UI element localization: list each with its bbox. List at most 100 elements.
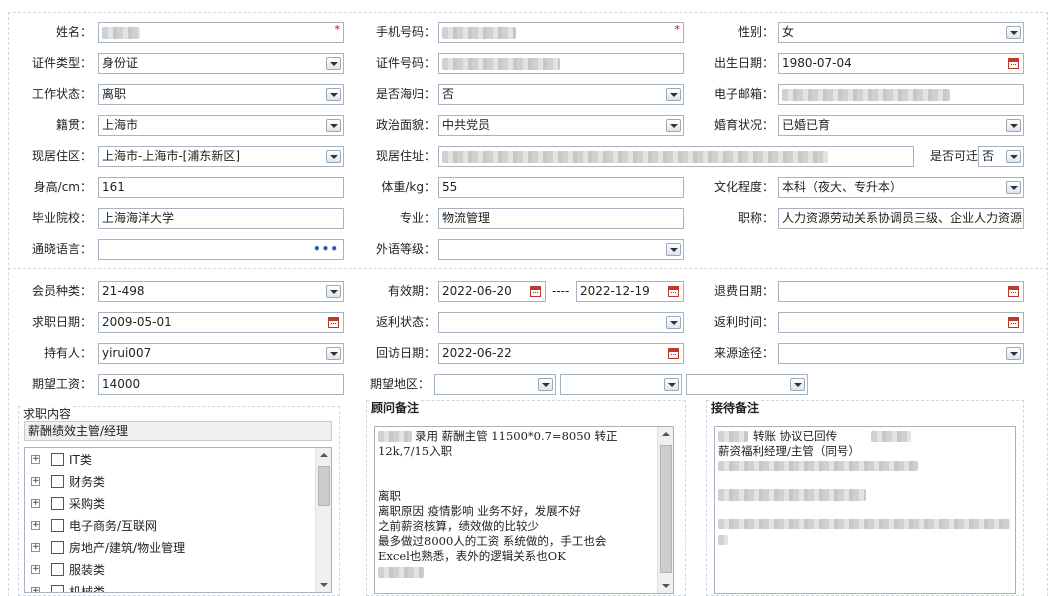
- rebate-time-field[interactable]: [778, 312, 1024, 333]
- expected-region-province-select[interactable]: [434, 374, 556, 395]
- dropdown-arrow-icon[interactable]: [666, 243, 681, 256]
- notes-scrollbar[interactable]: [657, 427, 673, 593]
- redacted-text: [718, 535, 728, 545]
- dropdown-arrow-icon[interactable]: [326, 88, 341, 101]
- checkbox-icon[interactable]: [51, 541, 64, 554]
- job-search-date-field[interactable]: 2009-05-01: [98, 312, 344, 333]
- native-place-select[interactable]: 上海市: [98, 115, 344, 136]
- title-field[interactable]: 人力资源劳动关系协调员三级、企业人力资源: [778, 208, 1024, 229]
- work-status-select[interactable]: 离职: [98, 84, 344, 105]
- scroll-down-icon[interactable]: [662, 584, 670, 588]
- rebate-status-select[interactable]: [438, 312, 684, 333]
- tree-expand-icon[interactable]: +: [31, 455, 40, 464]
- dropdown-arrow-icon[interactable]: [326, 57, 341, 70]
- expected-salary-field[interactable]: 14000: [98, 374, 344, 395]
- valid-period-end[interactable]: 2022-12-19: [576, 281, 684, 302]
- major-field[interactable]: 物流管理: [438, 208, 684, 229]
- scroll-up-icon[interactable]: [320, 453, 328, 457]
- calendar-icon[interactable]: [530, 286, 541, 297]
- calendar-icon[interactable]: [1008, 317, 1019, 328]
- rebate-status-label: 返利状态：: [375, 315, 436, 329]
- calendar-icon[interactable]: [328, 317, 339, 328]
- political-status-label: 政治面貌：: [375, 118, 436, 132]
- rebate-time-label: 返利时间：: [713, 315, 774, 329]
- transferable-select[interactable]: 否: [978, 146, 1024, 167]
- checkbox-icon[interactable]: [51, 563, 64, 576]
- expected-region-city-select[interactable]: [560, 374, 682, 395]
- language-field[interactable]: •••: [98, 239, 344, 260]
- foreign-language-select[interactable]: [438, 239, 684, 260]
- foreign-language-label: 外语等级：: [375, 242, 436, 256]
- native-place-label: 籍贯：: [55, 118, 92, 132]
- current-address-field[interactable]: [438, 146, 914, 167]
- email-field[interactable]: [778, 84, 1024, 105]
- calendar-icon[interactable]: [1008, 286, 1019, 297]
- reception-notes-textarea[interactable]: 转账 协议已回传 薪资福利经理/主管（同号）: [714, 426, 1016, 594]
- checkbox-icon[interactable]: [51, 453, 64, 466]
- overseas-returnee-select[interactable]: 否: [438, 84, 684, 105]
- form-frame-right: [1047, 12, 1048, 596]
- refund-date-field[interactable]: [778, 281, 1024, 302]
- tree-expand-icon[interactable]: +: [31, 565, 40, 574]
- checkbox-icon[interactable]: [51, 497, 64, 510]
- current-region-select[interactable]: 上海市-上海市-[浦东新区]: [98, 146, 344, 167]
- phone-field[interactable]: *: [438, 22, 684, 43]
- scroll-down-icon[interactable]: [320, 583, 328, 587]
- dropdown-arrow-icon[interactable]: [1006, 26, 1021, 39]
- height-field[interactable]: 161: [98, 177, 344, 198]
- dropdown-arrow-icon[interactable]: [790, 378, 805, 391]
- dropdown-arrow-icon[interactable]: [1006, 347, 1021, 360]
- more-dots-icon[interactable]: •••: [313, 240, 339, 259]
- scroll-thumb[interactable]: [660, 445, 672, 573]
- dropdown-arrow-icon[interactable]: [1006, 119, 1021, 132]
- calendar-icon[interactable]: [668, 348, 679, 359]
- dropdown-arrow-icon[interactable]: [666, 119, 681, 132]
- consultant-notes-textarea[interactable]: 录用 薪酬主管 11500*0.7=8050 转正 12k,7/15入职 离职 …: [374, 426, 674, 594]
- gender-select[interactable]: 女: [778, 22, 1024, 43]
- dropdown-arrow-icon[interactable]: [1006, 150, 1021, 163]
- revisit-date-field[interactable]: 2022-06-22: [438, 343, 684, 364]
- marital-status-select[interactable]: 已婚已育: [778, 115, 1024, 136]
- dropdown-arrow-icon[interactable]: [326, 150, 341, 163]
- marital-status-value: 已婚已育: [782, 118, 831, 132]
- political-status-value: 中共党员: [442, 118, 491, 132]
- dropdown-arrow-icon[interactable]: [664, 378, 679, 391]
- scroll-thumb[interactable]: [318, 466, 330, 506]
- checkbox-icon[interactable]: [51, 585, 64, 592]
- redacted-name: [102, 26, 140, 39]
- scroll-up-icon[interactable]: [662, 432, 670, 436]
- dropdown-arrow-icon[interactable]: [326, 347, 341, 360]
- checkbox-icon[interactable]: [51, 519, 64, 532]
- note-line: 离职原因 疫情影响 业务不好，发展不好: [378, 504, 581, 518]
- holder-select[interactable]: yirui007: [98, 343, 344, 364]
- holder-value: yirui007: [102, 346, 152, 360]
- expected-region-district-select[interactable]: [686, 374, 808, 395]
- job-category-tree[interactable]: + IT类 + 财务类 + 采购类 + 电子商务/互联网 + 房地产/建筑/物业…: [24, 447, 332, 593]
- dropdown-arrow-icon[interactable]: [326, 285, 341, 298]
- dropdown-arrow-icon[interactable]: [538, 378, 553, 391]
- tree-expand-icon[interactable]: +: [31, 477, 40, 486]
- name-field[interactable]: *: [98, 22, 344, 43]
- tree-scrollbar[interactable]: [315, 448, 331, 592]
- valid-period-start[interactable]: 2022-06-20: [438, 281, 546, 302]
- dropdown-arrow-icon[interactable]: [326, 119, 341, 132]
- school-field[interactable]: 上海海洋大学: [98, 208, 344, 229]
- tree-expand-icon[interactable]: +: [31, 543, 40, 552]
- dropdown-arrow-icon[interactable]: [1006, 181, 1021, 194]
- tree-expand-icon[interactable]: +: [31, 587, 40, 592]
- checkbox-icon[interactable]: [51, 475, 64, 488]
- tree-expand-icon[interactable]: +: [31, 521, 40, 530]
- id-number-field[interactable]: [438, 53, 684, 74]
- tree-expand-icon[interactable]: +: [31, 499, 40, 508]
- calendar-icon[interactable]: [1008, 58, 1019, 69]
- dropdown-arrow-icon[interactable]: [666, 88, 681, 101]
- birth-date-field[interactable]: 1980-07-04: [778, 53, 1024, 74]
- education-select[interactable]: 本科（夜大、专升本）: [778, 177, 1024, 198]
- calendar-icon[interactable]: [668, 286, 679, 297]
- source-channel-select[interactable]: [778, 343, 1024, 364]
- political-status-select[interactable]: 中共党员: [438, 115, 684, 136]
- member-type-select[interactable]: 21-498: [98, 281, 344, 302]
- weight-field[interactable]: 55: [438, 177, 684, 198]
- id-type-select[interactable]: 身份证: [98, 53, 344, 74]
- dropdown-arrow-icon[interactable]: [666, 316, 681, 329]
